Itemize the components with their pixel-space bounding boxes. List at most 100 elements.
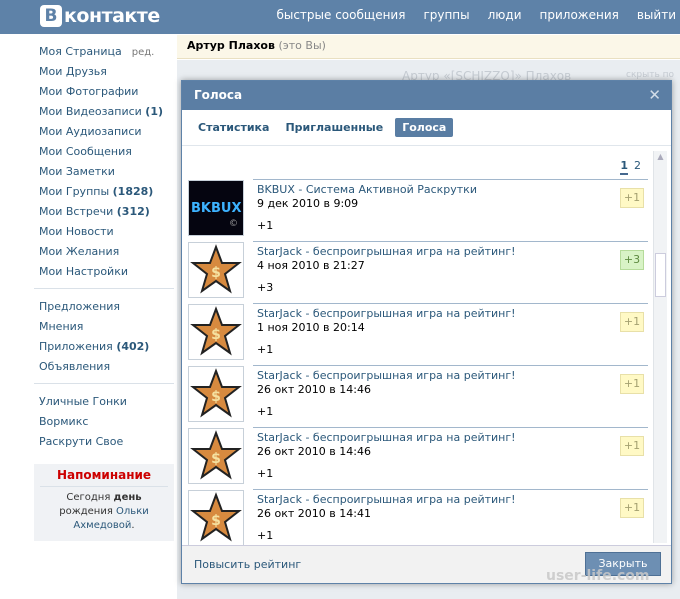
list-item: $ StarJack - беспроигрышная игра на рейти… — [186, 487, 648, 547]
item-title[interactable]: BKBUX - Система Активной Раскрутки — [257, 183, 644, 196]
item-date: 4 ноя 2010 в 21:27 — [257, 259, 365, 272]
sidebar-item[interactable]: Мои Новости — [34, 222, 174, 242]
sidebar-item[interactable]: Предложения — [34, 297, 174, 317]
sidebar-item[interactable]: Приложения (402) — [34, 337, 174, 357]
item-date: 26 окт 2010 в 14:41 — [257, 507, 371, 520]
nav-apps[interactable]: приложения — [540, 8, 619, 22]
list-item: $ StarJack - беспроигрышная игра на рейти… — [186, 363, 648, 425]
sidebar-item-label: Мои Сообщения — [39, 145, 132, 158]
sidebar-item-label: Предложения — [39, 300, 121, 313]
item-title[interactable]: StarJack - беспроигрышная игра на рейтин… — [257, 493, 644, 506]
sidebar-item-label: Мои Заметки — [39, 165, 115, 178]
sidebar-group-main: Моя Страница ред. Мои Друзья Мои Фотографии… — [34, 40, 174, 289]
sidebar-item[interactable]: Мои Настройки — [34, 262, 174, 282]
nav-people[interactable]: люди — [488, 8, 522, 22]
sidebar-item-label: Мои Желания — [39, 245, 120, 258]
bkbux-logo-icon[interactable]: BKBUX © — [188, 180, 244, 236]
item-title[interactable]: StarJack - беспроигрышная игра на рейтин… — [257, 307, 644, 320]
nav-groups[interactable]: группы — [423, 8, 469, 22]
svg-text:©: © — [229, 219, 238, 229]
nav-logout[interactable]: выйти — [637, 8, 676, 22]
sidebar-item-label: Вормикс — [39, 415, 89, 428]
sidebar-item-count: (312) — [116, 205, 150, 218]
sidebar-group-apps: Уличные Гонки Вормикс Раскрути Свое — [34, 390, 174, 458]
sidebar-item[interactable]: Мои Встречи (312) — [34, 202, 174, 222]
svg-text:$: $ — [211, 513, 221, 529]
scroll-up-icon[interactable]: ▲ — [654, 151, 667, 163]
sidebar-item[interactable]: Мои Желания — [34, 242, 174, 262]
scroll-thumb[interactable] — [655, 253, 666, 297]
close-icon[interactable]: ✕ — [648, 86, 661, 104]
sidebar-item[interactable]: Уличные Гонки — [34, 392, 174, 412]
profile-bar: Артур Плахов (это Вы) — [177, 35, 680, 59]
page-current: 1 — [620, 159, 628, 175]
left-sidebar: Моя Страница ред. Мои Друзья Мои Фотографии… — [34, 40, 174, 541]
sidebar-item-label: Приложения — [39, 340, 113, 353]
sidebar-item[interactable]: Раскрути Свое — [34, 432, 174, 452]
reminder-text-day: день — [113, 492, 142, 503]
sidebar-item-count: (1828) — [112, 185, 154, 198]
sidebar-item[interactable]: Мои Фотографии — [34, 82, 174, 102]
star-icon[interactable]: $ — [188, 366, 244, 422]
nav-quick-messages[interactable]: быстрые сообщения — [276, 8, 405, 22]
profile-name[interactable]: Артур Плахов — [187, 39, 275, 52]
star-icon[interactable]: $ — [188, 428, 244, 484]
sidebar-item[interactable]: Моя Страница ред. — [34, 42, 174, 62]
tab-invited[interactable]: Приглашенные — [281, 118, 387, 137]
sidebar-item-label: Мои Группы — [39, 185, 110, 198]
dialog-body: 1 2 BKBUX © BKBUX - Система Активной Раскр… — [182, 147, 671, 547]
item-title[interactable]: StarJack - беспроигрышная игра на рейтин… — [257, 245, 644, 258]
sidebar-item[interactable]: Мои Сообщения — [34, 142, 174, 162]
sidebar-item[interactable]: Мои Друзья — [34, 62, 174, 82]
sidebar-item[interactable]: Вормикс — [34, 412, 174, 432]
svg-text:$: $ — [211, 389, 221, 405]
reminder-title: Напоминание — [40, 468, 168, 487]
sidebar-item[interactable]: Мои Группы (1828) — [34, 182, 174, 202]
star-icon[interactable]: $ — [188, 242, 244, 298]
vote-badge: +1 — [620, 188, 644, 208]
item-content: StarJack - беспроигрышная игра на рейтин… — [253, 427, 648, 485]
vote-badge: +1 — [620, 312, 644, 332]
tab-votes[interactable]: Голоса — [395, 118, 454, 137]
sidebar-item-label: Уличные Гонки — [39, 395, 127, 408]
tab-statistics[interactable]: Статистика — [194, 118, 273, 137]
edit-link[interactable]: ред. — [132, 47, 155, 58]
sidebar-item-label: Мои Фотографии — [39, 85, 139, 98]
top-bar: В контакте быстрые сообщения группы люди… — [0, 0, 680, 34]
sidebar-item-label: Мои Новости — [39, 225, 114, 238]
logo-letter: В — [40, 5, 62, 27]
vote-badge: +1 — [620, 436, 644, 456]
scrollbar[interactable]: ▲ — [653, 151, 667, 543]
sidebar-item[interactable]: Объявления — [34, 357, 174, 377]
sidebar-item[interactable]: Мои Видеозаписи (1) — [34, 102, 174, 122]
sidebar-item-label: Мои Настройки — [39, 265, 128, 278]
vk-logo[interactable]: В контакте — [40, 4, 160, 28]
background-hide-link: скрыть по — [626, 70, 675, 80]
sidebar-item[interactable]: Мои Аудиозаписи — [34, 122, 174, 142]
vote-badge: +1 — [620, 374, 644, 394]
item-title[interactable]: StarJack - беспроигрышная игра на рейтин… — [257, 431, 644, 444]
profile-note: (это Вы) — [278, 39, 326, 52]
item-score: +1 — [257, 343, 274, 356]
top-nav: быстрые сообщения группы люди приложения… — [276, 8, 676, 22]
sidebar-item[interactable]: Мнения — [34, 317, 174, 337]
item-date: 9 дек 2010 в 9:09 — [257, 197, 359, 210]
page-next[interactable]: 2 — [634, 159, 641, 175]
list-item: BKBUX © BKBUX - Система Активной Раскрутки… — [186, 177, 648, 239]
item-content: StarJack - беспроигрышная игра на рейтин… — [253, 241, 648, 299]
item-title[interactable]: StarJack - беспроигрышная игра на рейтин… — [257, 369, 644, 382]
item-date: 26 окт 2010 в 14:46 — [257, 383, 371, 396]
vote-badge: +3 — [620, 250, 644, 270]
star-icon[interactable]: $ — [188, 304, 244, 360]
item-score: +3 — [257, 281, 274, 294]
star-icon[interactable]: $ — [188, 490, 244, 546]
sidebar-item-count: (1) — [145, 105, 164, 118]
reminder-dot: . — [131, 520, 135, 531]
sidebar-item-count: (402) — [116, 340, 150, 353]
dialog-tabs: Статистика Приглашенные Голоса — [182, 110, 671, 146]
item-content: BKBUX - Система Активной Раскрутки 9 дек … — [253, 179, 648, 237]
boost-rating-link[interactable]: Повысить рейтинг — [194, 558, 301, 571]
sidebar-item[interactable]: Мои Заметки — [34, 162, 174, 182]
sidebar-item-label: Мои Видеозаписи — [39, 105, 142, 118]
svg-text:$: $ — [211, 265, 221, 281]
